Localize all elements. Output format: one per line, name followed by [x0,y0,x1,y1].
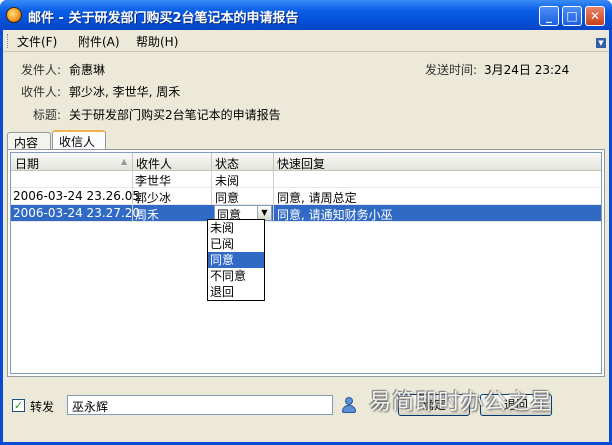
column-date[interactable]: 日期 [15,155,39,172]
cell-status[interactable]: 同意 [215,189,239,206]
column-divider[interactable] [132,153,133,171]
tab-recipients[interactable]: 收信人 [52,130,106,150]
dropdown-option-selected[interactable]: 同意 [208,252,264,268]
send-time-value: 3月24日 23:24 [484,63,570,77]
send-time-label: 发送时间: [425,63,478,77]
menu-file[interactable]: 文件(F) [17,33,57,50]
cell-recipient: 周禾 [135,208,160,222]
cell-date: 2006-03-24 23.27.20 [13,206,140,220]
cell-divider [132,171,133,188]
subject-value: 关于研发部门购买2台笔记本的申请报告 [69,108,281,122]
menu-attachment[interactable]: 附件(A) [78,33,120,50]
maximize-icon[interactable]: □ [562,6,582,26]
menu-help[interactable]: 帮助(H) [136,33,178,50]
table-row[interactable]: 李世华 未阅 [11,171,601,189]
dropdown-option[interactable]: 不同意 [208,268,264,284]
toolbar-grip-icon[interactable] [7,34,10,48]
column-divider[interactable] [273,153,274,171]
table-row-selected[interactable]: 2006-03-24 23.27.20 周禾 同意 ▼ 同意, 请通知财务小巫 [11,205,601,223]
chevron-down-icon[interactable]: ▼ [596,38,606,48]
status-dropdown-list[interactable]: 未阅 已阅 同意 不同意 退回 [207,219,265,301]
forward-checkbox[interactable]: ✓ [12,399,25,412]
tab-strip: 内容 收信人 [3,130,609,150]
column-quick-reply[interactable]: 快速回复 [277,155,325,172]
grid-header: 日期 ▲ 收件人 状态 快速回复 [11,153,601,172]
footer-bar: ✓ 转发 巫永辉 确定 退回 易简即时办公之星 [3,378,609,442]
cell-reply[interactable]: 同意, 请通知财务小巫 [277,206,393,223]
sort-asc-icon: ▲ [121,157,128,166]
column-recipient[interactable]: 收件人 [136,155,172,172]
user-picker-icon[interactable] [341,396,357,414]
column-divider[interactable] [211,153,212,171]
cell-divider [211,171,212,188]
sender-value: 俞惠琳 [69,63,106,77]
mail-header: 发件人: 俞惠琳 发送时间: 3月24日 23:24 收件人: 郭少冰, 李世华… [3,53,609,131]
app-icon [6,7,22,23]
forward-input[interactable]: 巫永辉 [67,395,333,415]
dropdown-option[interactable]: 未阅 [208,220,264,236]
cell-divider [273,188,274,205]
recipients-value: 郭少冰, 李世华, 周禾 [69,85,181,99]
window-title: 邮件 - 关于研发部门购买2台笔记本的申请报告 [28,11,299,26]
mail-window: 邮件 - 关于研发部门购买2台笔记本的申请报告 _ □ ✕ 文件(F) 附件(A… [0,0,612,445]
dropdown-option[interactable]: 退回 [208,284,264,300]
tab-content[interactable]: 内容 [7,132,51,150]
cell-reply[interactable]: 同意, 请周总定 [277,189,357,206]
cell-divider [211,188,212,205]
menu-bar: 文件(F) 附件(A) 帮助(H) ▼ [3,30,609,52]
recipients-label: 收件人: [21,85,62,99]
cell-recipient: 郭少冰 [135,191,172,205]
title-bar[interactable]: 邮件 - 关于研发部门购买2台笔记本的申请报告 _ □ ✕ [0,0,612,30]
close-icon[interactable]: ✕ [585,6,605,26]
recipients-panel: 日期 ▲ 收件人 状态 快速回复 李世华 未阅 2006-03-24 23.26… [7,149,605,377]
forward-label: 转发 [30,400,55,414]
table-row[interactable]: 2006-03-24 23.26.05 郭少冰 同意 同意, 请周总定 [11,188,601,206]
watermark-text: 易简即时办公之星 [369,390,554,415]
cell-status[interactable]: 未阅 [215,172,239,189]
cell-date: 2006-03-24 23.26.05 [13,189,140,203]
recipients-grid: 日期 ▲ 收件人 状态 快速回复 李世华 未阅 2006-03-24 23.26… [10,152,602,374]
sender-label: 发件人: [21,63,62,77]
client-area: 文件(F) 附件(A) 帮助(H) ▼ 发件人: 俞惠琳 发送时间: 3月24日… [3,30,609,442]
dropdown-option[interactable]: 已阅 [208,236,264,252]
column-status[interactable]: 状态 [215,155,239,172]
cell-divider [273,205,274,222]
cell-recipient: 李世华 [135,174,172,188]
minimize-icon[interactable]: _ [539,6,559,26]
cell-divider [273,171,274,188]
chevron-down-icon[interactable]: ▼ [257,206,271,220]
subject-label: 标题: [33,108,62,122]
